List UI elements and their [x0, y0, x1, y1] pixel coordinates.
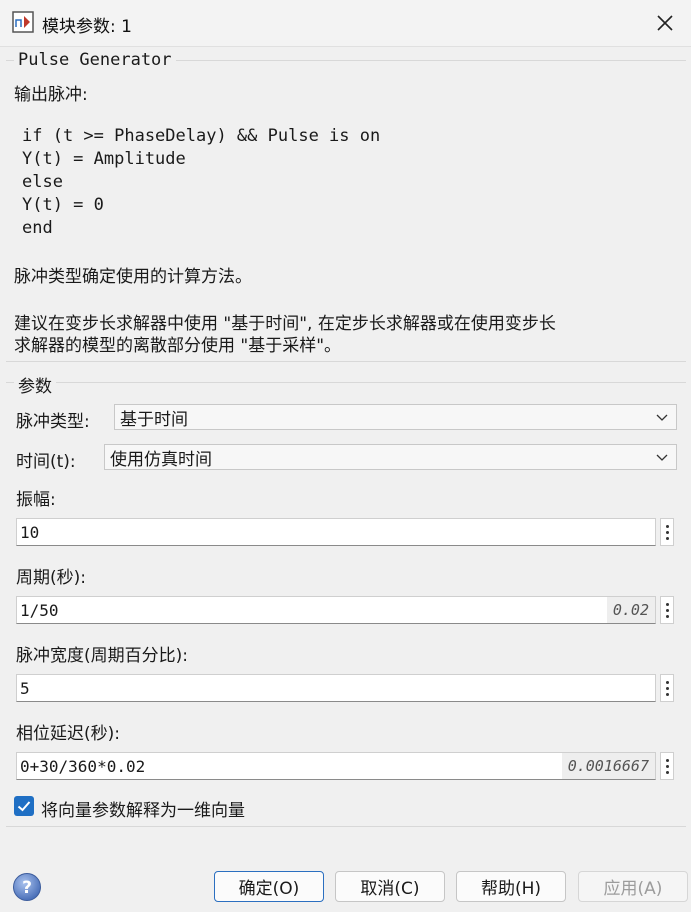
description-type: 脉冲类型确定使用的计算方法。 [14, 267, 252, 287]
phase-delay-more-button[interactable] [660, 752, 674, 780]
pulse-width-value: 5 [20, 678, 30, 698]
phase-delay-value: 0+30/360*0.02 [20, 756, 146, 776]
vector-1d-checkbox[interactable] [14, 796, 34, 816]
period-value: 1/50 [20, 600, 59, 620]
code-line: Y(t) = Amplitude [22, 149, 186, 169]
help-button[interactable]: 帮助(H) [456, 871, 566, 902]
ok-button[interactable]: 确定(O) [214, 871, 324, 902]
pulse-width-more-button[interactable] [660, 674, 674, 702]
help-icon[interactable]: ? [12, 872, 42, 902]
period-more-button[interactable] [660, 596, 674, 624]
description-intro: 输出脉冲: [14, 85, 88, 105]
vector-1d-label: 将向量参数解释为一维向量 [41, 801, 245, 821]
cancel-button[interactable]: 取消(C) [335, 871, 445, 902]
code-line: Y(t) = 0 [22, 195, 104, 215]
amplitude-more-button[interactable] [660, 518, 674, 546]
phase-delay-label: 相位延迟(秒): [16, 724, 120, 744]
amplitude-label: 振幅: [16, 490, 56, 510]
simulink-block-icon [12, 11, 34, 33]
code-line: end [22, 218, 53, 238]
period-label: 周期(秒): [16, 568, 86, 588]
block-name: Pulse Generator [14, 50, 176, 70]
phase-delay-evaluated: 0.0016667 [561, 753, 655, 779]
pulse-type-label: 脉冲类型: [16, 412, 90, 432]
chevron-down-icon [656, 414, 668, 421]
period-input[interactable]: 1/50 0.02 [16, 596, 656, 624]
apply-button[interactable]: 应用(A) [578, 871, 688, 902]
close-icon [657, 15, 673, 31]
pulse-type-value: 基于时间 [120, 409, 188, 430]
time-select[interactable]: 使用仿真时间 [104, 444, 677, 470]
time-label: 时间(t): [16, 452, 76, 472]
close-button[interactable] [644, 8, 686, 38]
pulse-type-select[interactable]: 基于时间 [114, 404, 677, 430]
parameters-title: 参数 [14, 372, 56, 397]
code-line: if (t >= PhaseDelay) && Pulse is on [22, 126, 381, 146]
divider [6, 361, 686, 362]
checkmark-icon [17, 801, 31, 812]
period-evaluated: 0.02 [606, 597, 655, 623]
chevron-down-icon [656, 454, 668, 461]
code-line: else [22, 172, 63, 192]
amplitude-value: 10 [20, 522, 40, 542]
time-value: 使用仿真时间 [110, 449, 212, 470]
pulse-width-input[interactable]: 5 [16, 674, 656, 702]
divider [6, 826, 686, 827]
description-suggest-2: 求解器的模型的离散部分使用 "基于采样"。 [14, 336, 342, 356]
svg-text:?: ? [22, 878, 32, 898]
phase-delay-input[interactable]: 0+30/360*0.02 0.0016667 [16, 752, 656, 780]
pulse-width-label: 脉冲宽度(周期百分比): [16, 646, 188, 666]
amplitude-input[interactable]: 10 [16, 518, 656, 546]
title-bar: 模块参数: 1 [0, 0, 691, 47]
window-title: 模块参数: 1 [42, 17, 132, 37]
